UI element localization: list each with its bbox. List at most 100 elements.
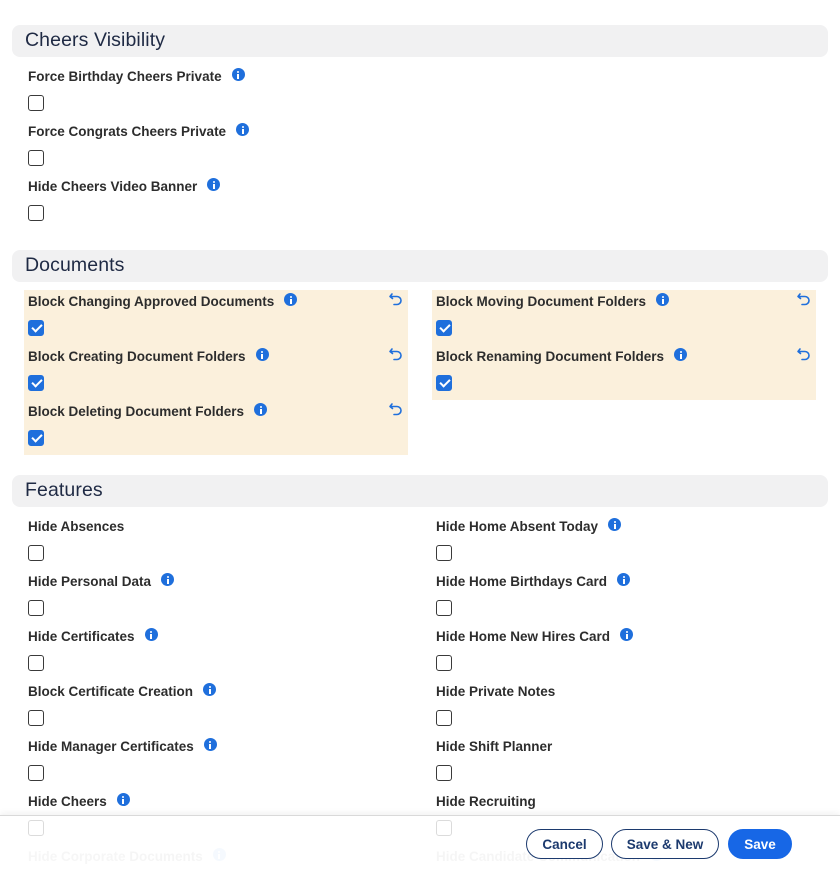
- info-icon[interactable]: [255, 348, 269, 361]
- setting-label: Hide Cheers Video Banner: [28, 179, 198, 194]
- setting-field: Block Changing Approved Documents: [24, 287, 408, 342]
- setting-label-row: Block Moving Document Folders: [436, 293, 670, 309]
- setting-label-row: Hide Shift Planner: [436, 739, 552, 754]
- setting-label: Hide Absences: [28, 519, 125, 534]
- info-icon[interactable]: [203, 683, 217, 696]
- setting-field: Hide Cheers Video Banner: [24, 172, 408, 227]
- setting-field: Hide Personal Data: [24, 567, 408, 622]
- setting-field: Hide Manager Certificates: [24, 732, 408, 787]
- setting-label: Hide Recruiting: [436, 794, 536, 809]
- setting-field: Hide Certificates: [24, 622, 408, 677]
- setting-checkbox[interactable]: [28, 320, 44, 336]
- setting-label: Hide Home Absent Today: [436, 519, 599, 534]
- info-icon[interactable]: [617, 573, 631, 586]
- section-title: Documents: [25, 254, 125, 276]
- setting-field: Hide Shift Planner: [432, 732, 816, 787]
- section-header-features: Features: [12, 475, 828, 507]
- setting-field: Block Creating Document Folders: [24, 342, 408, 397]
- setting-checkbox[interactable]: [28, 765, 44, 781]
- setting-checkbox[interactable]: [28, 205, 44, 221]
- setting-field: Force Congrats Cheers Private: [24, 117, 408, 172]
- section-title: Cheers Visibility: [25, 29, 166, 51]
- setting-field: Block Deleting Document Folders: [24, 397, 408, 452]
- setting-label: Hide Shift Planner: [436, 739, 553, 754]
- setting-checkbox[interactable]: [28, 710, 44, 726]
- setting-label: Hide Home Birthdays Card: [436, 574, 608, 589]
- setting-checkbox[interactable]: [436, 375, 452, 391]
- setting-checkbox[interactable]: [436, 710, 452, 726]
- info-icon[interactable]: [144, 628, 158, 641]
- undo-icon[interactable]: [388, 346, 404, 362]
- setting-label-row: Force Congrats Cheers Private: [28, 123, 250, 139]
- setting-checkbox[interactable]: [28, 375, 44, 391]
- setting-checkbox[interactable]: [436, 765, 452, 781]
- setting-field: Hide Absences: [24, 512, 408, 567]
- setting-label: Hide Manager Certificates: [28, 739, 194, 754]
- setting-label-row: Block Creating Document Folders: [28, 348, 269, 364]
- setting-field: Block Moving Document Folders: [432, 287, 816, 342]
- info-icon[interactable]: [284, 293, 298, 306]
- setting-label: Block Renaming Document Folders: [436, 349, 665, 364]
- setting-label-row: Hide Home Absent Today: [436, 518, 622, 534]
- info-icon[interactable]: [656, 293, 670, 306]
- info-icon[interactable]: [207, 178, 221, 191]
- setting-checkbox[interactable]: [28, 430, 44, 446]
- setting-label-row: Hide Personal Data: [28, 573, 175, 589]
- setting-label: Block Moving Document Folders: [436, 294, 647, 309]
- setting-field: Block Renaming Document Folders: [432, 342, 816, 397]
- settings-modal: Cheers Visibility Documents Features For…: [0, 0, 840, 872]
- info-icon[interactable]: [620, 628, 634, 641]
- setting-label-row: Hide Private Notes: [436, 684, 555, 699]
- undo-icon[interactable]: [388, 401, 404, 417]
- setting-field: Hide Home Birthdays Card: [432, 567, 816, 622]
- setting-field: Hide Home New Hires Card: [432, 622, 816, 677]
- setting-label: Block Creating Document Folders: [28, 349, 246, 364]
- undo-icon[interactable]: [796, 346, 812, 362]
- setting-label-row: Hide Certificates: [28, 628, 158, 644]
- setting-label-row: Hide Cheers: [28, 793, 130, 809]
- undo-icon[interactable]: [796, 291, 812, 307]
- setting-label-row: Hide Recruiting: [436, 794, 536, 809]
- setting-field: Block Certificate Creation: [24, 677, 408, 732]
- setting-label: Force Congrats Cheers Private: [28, 124, 227, 139]
- setting-label-row: Hide Home New Hires Card: [436, 628, 634, 644]
- setting-checkbox[interactable]: [436, 545, 452, 561]
- info-icon[interactable]: [674, 348, 688, 361]
- modal-footer: Cancel Save & New Save: [0, 815, 840, 872]
- setting-checkbox[interactable]: [436, 655, 452, 671]
- info-icon[interactable]: [203, 738, 217, 751]
- setting-checkbox[interactable]: [28, 545, 44, 561]
- setting-label: Block Deleting Document Folders: [28, 404, 245, 419]
- info-icon[interactable]: [231, 68, 245, 81]
- setting-checkbox[interactable]: [28, 95, 44, 111]
- info-icon[interactable]: [161, 573, 175, 586]
- setting-label: Hide Cheers: [28, 794, 107, 809]
- setting-label-row: Block Renaming Document Folders: [436, 348, 688, 364]
- setting-checkbox[interactable]: [28, 150, 44, 166]
- cancel-button[interactable]: Cancel: [526, 829, 603, 859]
- save-and-new-button[interactable]: Save & New: [611, 829, 719, 859]
- setting-checkbox[interactable]: [436, 600, 452, 616]
- setting-label: Block Certificate Creation: [28, 684, 194, 699]
- setting-checkbox[interactable]: [28, 655, 44, 671]
- setting-label: Force Birthday Cheers Private: [28, 69, 222, 84]
- info-icon[interactable]: [236, 123, 250, 136]
- setting-label: Hide Certificates: [28, 629, 135, 644]
- section-title: Features: [25, 479, 103, 501]
- info-icon[interactable]: [254, 403, 268, 416]
- setting-field: Force Birthday Cheers Private: [24, 62, 408, 117]
- setting-checkbox[interactable]: [28, 600, 44, 616]
- save-button[interactable]: Save: [728, 829, 792, 859]
- setting-label: Block Changing Approved Documents: [28, 294, 275, 309]
- info-icon[interactable]: [608, 518, 622, 531]
- info-icon[interactable]: [116, 793, 130, 806]
- setting-label: Hide Home New Hires Card: [436, 629, 611, 644]
- setting-label-row: Block Certificate Creation: [28, 683, 217, 699]
- section-header-cheers: Cheers Visibility: [12, 25, 828, 57]
- undo-icon[interactable]: [388, 291, 404, 307]
- setting-label: Hide Personal Data: [28, 574, 152, 589]
- setting-field: Hide Private Notes: [432, 677, 816, 732]
- setting-checkbox[interactable]: [436, 320, 452, 336]
- section-header-documents: Documents: [12, 250, 828, 282]
- setting-label-row: Block Changing Approved Documents: [28, 293, 298, 309]
